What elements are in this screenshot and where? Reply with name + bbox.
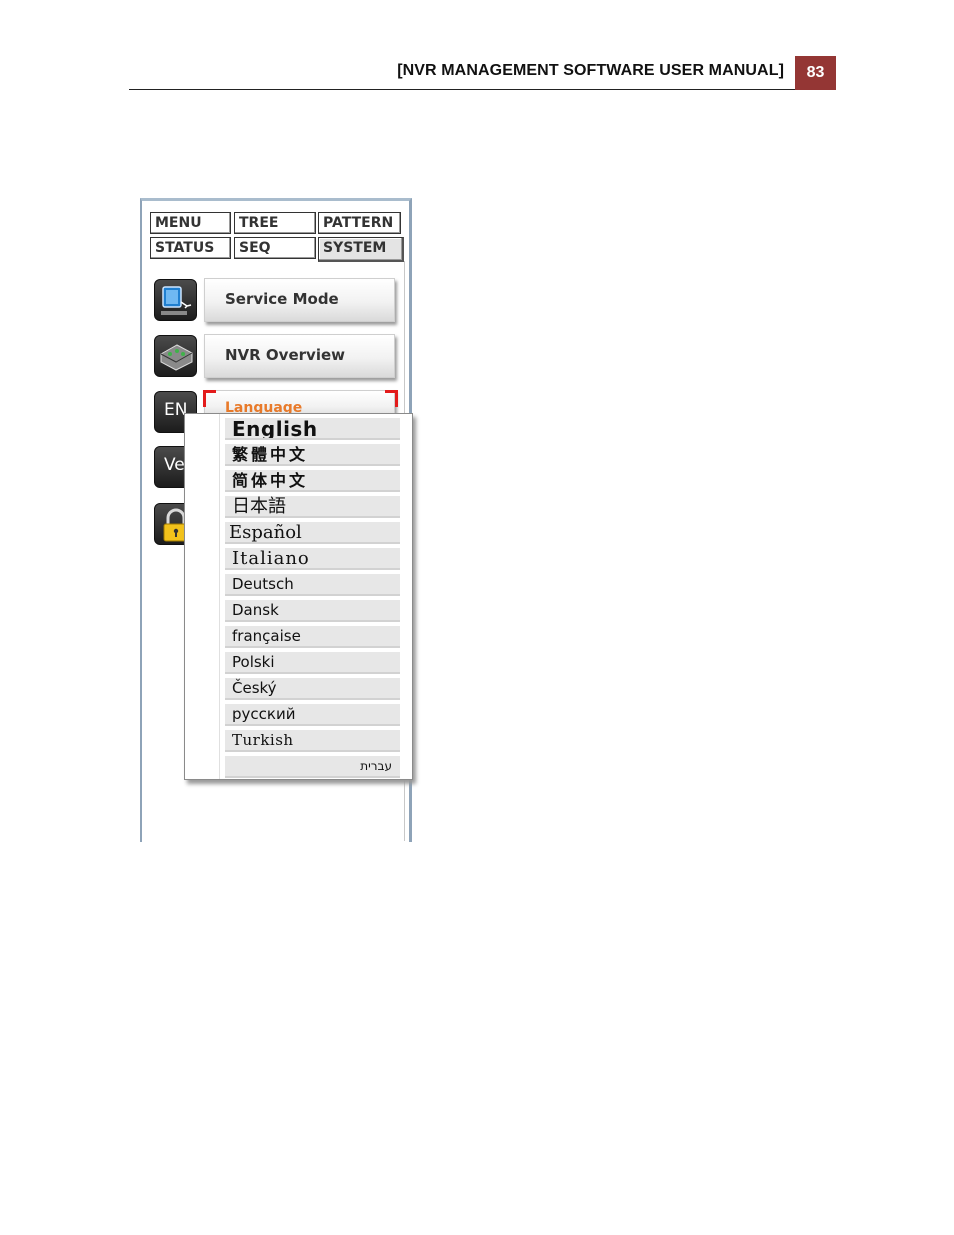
- page-number-badge: 83: [795, 56, 836, 90]
- tab-seq[interactable]: SEQ: [234, 237, 316, 259]
- language-option-polish[interactable]: Polski: [225, 652, 400, 674]
- language-option-simplified-chinese[interactable]: 简体中文: [225, 470, 400, 492]
- tab-status[interactable]: STATUS: [150, 237, 231, 259]
- selection-corner-left: [203, 390, 216, 407]
- language-option-german[interactable]: Deutsch: [225, 574, 400, 596]
- language-dropdown[interactable]: English 繁體中文 简体中文 日本語 Español Italiano D…: [184, 413, 413, 780]
- dropdown-gutter: [185, 414, 220, 779]
- language-option-spanish[interactable]: Español: [225, 522, 400, 544]
- tab-system[interactable]: SYSTEM: [318, 237, 404, 262]
- nvr-device-icon[interactable]: [154, 335, 197, 377]
- nvr-overview-button[interactable]: NVR Overview: [204, 334, 395, 378]
- language-option-czech[interactable]: Český: [225, 678, 400, 700]
- monitor-icon[interactable]: [154, 279, 197, 321]
- version-icon-text: Ve: [164, 455, 185, 475]
- language-option-italian[interactable]: Italiano: [225, 548, 400, 570]
- tab-menu[interactable]: MENU: [150, 212, 231, 234]
- language-option-hebrew[interactable]: עברית: [225, 756, 400, 778]
- language-option-english[interactable]: English: [225, 418, 400, 440]
- language-option-russian[interactable]: русский: [225, 704, 400, 726]
- language-option-traditional-chinese[interactable]: 繁體中文: [225, 444, 400, 466]
- tab-pattern[interactable]: PATTERN: [318, 212, 401, 234]
- selection-corner-right: [385, 390, 398, 407]
- tab-tree[interactable]: TREE: [234, 212, 316, 234]
- header-divider: [129, 89, 795, 90]
- language-option-japanese[interactable]: 日本語: [225, 496, 400, 518]
- service-mode-button[interactable]: Service Mode: [204, 278, 395, 322]
- header-title: [NVR MANAGEMENT SOFTWARE USER MANUAL]: [397, 62, 784, 79]
- language-option-french[interactable]: française: [225, 626, 400, 648]
- language-option-danish[interactable]: Dansk: [225, 600, 400, 622]
- language-option-turkish[interactable]: Turkish: [225, 730, 400, 752]
